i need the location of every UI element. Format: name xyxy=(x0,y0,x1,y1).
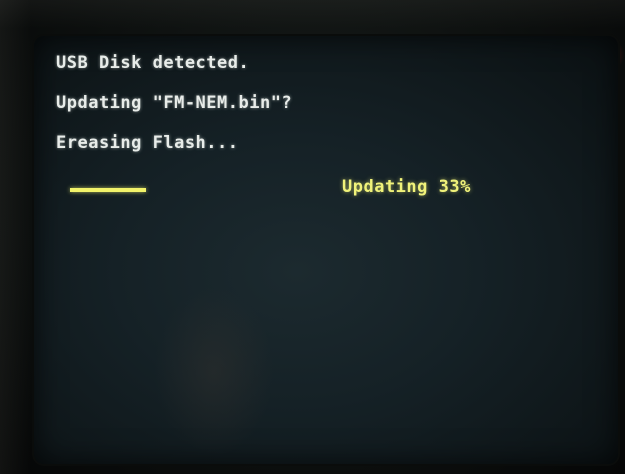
update-progress-fill xyxy=(70,188,146,192)
update-status-label: Updating xyxy=(342,177,428,197)
update-status: Updating 33% xyxy=(342,177,471,197)
updating-file-message: Updating "FM-NEM.bin"? xyxy=(56,93,293,113)
erasing-flash-message: Ereasing Flash... xyxy=(56,133,239,153)
screen-glare xyxy=(154,286,274,456)
usb-detected-message: USB Disk detected. xyxy=(56,53,250,73)
photo-frame: USB Disk detected. Updating "FM-NEM.bin"… xyxy=(0,0,625,474)
display-screen: USB Disk detected. Updating "FM-NEM.bin"… xyxy=(34,36,618,464)
update-progress-bar xyxy=(70,188,146,192)
update-status-percent: 33% xyxy=(438,177,471,197)
